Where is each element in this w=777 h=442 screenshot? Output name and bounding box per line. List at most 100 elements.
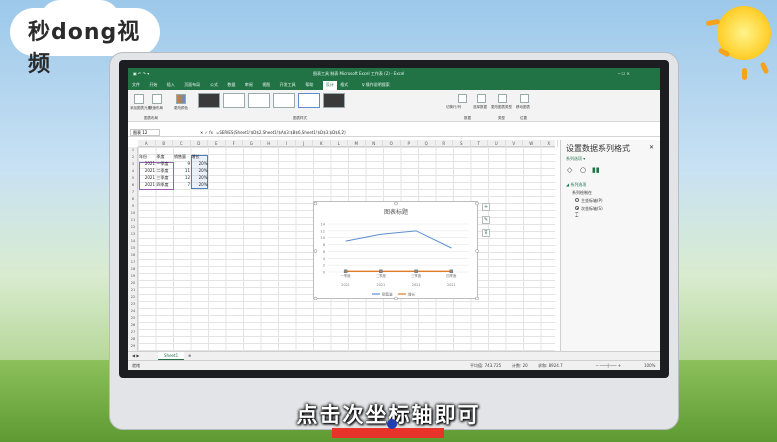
change-chart-type-button[interactable] xyxy=(498,94,507,103)
series-line-0[interactable] xyxy=(345,230,452,249)
column-header[interactable]: R xyxy=(436,140,453,147)
series-options-section[interactable]: ◢ 系列选项 xyxy=(566,182,586,188)
quick-layout-button[interactable] xyxy=(152,94,162,104)
quick-access-icons[interactable]: ▣ ↶ ↷ ▾ xyxy=(133,71,149,76)
table-cell[interactable]: 7 xyxy=(174,182,190,188)
chart-style-thumb[interactable] xyxy=(273,93,295,108)
tab-3[interactable]: 页面布局 xyxy=(184,82,200,88)
column-header[interactable]: B xyxy=(156,140,173,147)
row-header[interactable]: 14 xyxy=(128,238,138,245)
move-chart-button[interactable] xyxy=(520,94,529,103)
row-header[interactable]: 29 xyxy=(128,343,138,350)
table-cell[interactable]: 11 xyxy=(174,168,190,174)
table-cell[interactable]: 2021 xyxy=(139,168,155,174)
row-header[interactable]: 18 xyxy=(128,266,138,273)
table-cell[interactable]: 销售量 xyxy=(174,154,186,160)
switch-row-column-button[interactable] xyxy=(458,94,467,103)
table-cell[interactable]: 年份 xyxy=(139,154,147,160)
table-cell[interactable]: 四季度 xyxy=(157,182,169,188)
row-header[interactable]: 26 xyxy=(128,322,138,329)
series-point-handle[interactable] xyxy=(414,269,418,274)
row-header[interactable]: 4 xyxy=(128,168,138,175)
series-options-dropdown[interactable]: 系列选项 ▾ xyxy=(566,156,585,162)
row-header[interactable]: 17 xyxy=(128,259,138,266)
column-header[interactable]: D xyxy=(191,140,208,147)
fill-line-icon[interactable]: ◇ xyxy=(567,166,572,174)
row-header[interactable]: 24 xyxy=(128,308,138,315)
table-cell[interactable]: 2021 xyxy=(139,175,155,181)
secondary-axis-label[interactable]: 次坐标轴(S) xyxy=(581,206,603,212)
chart-style-thumb[interactable] xyxy=(248,93,270,108)
row-header[interactable]: 22 xyxy=(128,294,138,301)
row-header[interactable]: 6 xyxy=(128,182,138,189)
tab-10[interactable]: 设计 xyxy=(322,81,337,90)
row-header[interactable]: 1 xyxy=(128,147,138,154)
pane-close-icon[interactable]: ✕ xyxy=(649,144,654,151)
column-header[interactable]: A xyxy=(138,140,156,147)
chart-style-thumb[interactable] xyxy=(223,93,245,108)
table-cell[interactable]: 二季度 xyxy=(157,168,169,174)
secondary-axis-radio[interactable] xyxy=(575,206,579,210)
table-cell[interactable]: 2021 xyxy=(139,182,155,188)
chart-style-thumb[interactable] xyxy=(323,93,345,108)
column-header[interactable]: T xyxy=(471,140,488,147)
row-header[interactable]: 2 xyxy=(128,154,138,161)
column-header[interactable]: N xyxy=(366,140,383,147)
column-header[interactable]: H xyxy=(261,140,278,147)
table-cell[interactable]: 增长 xyxy=(192,154,200,160)
row-header[interactable]: 19 xyxy=(128,273,138,280)
tell-me-search[interactable]: ♀ 操作说明搜索 xyxy=(362,82,390,88)
table-cell[interactable]: 季度 xyxy=(157,154,165,160)
name-box[interactable]: 图表 12 xyxy=(130,129,160,136)
column-header[interactable]: M xyxy=(348,140,366,147)
line-chart[interactable]: 图表标题 14 12 10 8 6 4 2 0 一季度 2021 二季度 2021 三季度 2021 四季度… xyxy=(313,201,479,301)
row-header[interactable]: 5 xyxy=(128,175,138,182)
column-header[interactable]: F xyxy=(226,140,243,147)
column-header[interactable]: E xyxy=(208,140,226,147)
primary-axis-radio[interactable] xyxy=(575,198,579,202)
table-cell[interactable]: 一季度 xyxy=(157,161,169,167)
row-header[interactable]: 11 xyxy=(128,217,138,224)
table-cell[interactable]: 三季度 xyxy=(157,175,169,181)
row-header[interactable]: 20 xyxy=(128,280,138,287)
row-header[interactable]: 16 xyxy=(128,252,138,259)
tab-0[interactable]: 文件 xyxy=(132,82,140,88)
chart-style-thumb[interactable] xyxy=(198,93,220,108)
row-header[interactable]: 3 xyxy=(128,161,138,168)
row-header[interactable]: 28 xyxy=(128,336,138,343)
series-point-handle[interactable] xyxy=(343,269,348,274)
series-point-handle[interactable] xyxy=(379,269,383,274)
row-header[interactable]: 9 xyxy=(128,203,138,210)
row-header[interactable]: 21 xyxy=(128,287,138,294)
tab-6[interactable]: 审阅 xyxy=(245,82,253,88)
add-sheet-icon[interactable]: ⊕ xyxy=(188,353,191,358)
zoom-slider[interactable]: ─ ───┼─── + xyxy=(596,363,621,368)
tab-9[interactable]: 帮助 xyxy=(305,82,313,88)
tab-1[interactable]: 开始 xyxy=(149,82,157,88)
table-cell[interactable]: 20% xyxy=(192,175,208,181)
tab-8[interactable]: 开发工具 xyxy=(280,82,296,88)
row-header[interactable]: 8 xyxy=(128,196,138,203)
row-header[interactable]: 27 xyxy=(128,329,138,336)
column-header[interactable]: P xyxy=(401,140,418,147)
table-cell[interactable]: 20% xyxy=(192,182,208,188)
column-header[interactable]: U xyxy=(488,140,506,147)
add-chart-element-button[interactable] xyxy=(134,94,144,104)
column-header[interactable]: G xyxy=(243,140,261,147)
column-header[interactable]: S xyxy=(453,140,471,147)
table-cell[interactable]: 20% xyxy=(192,168,208,174)
column-header[interactable]: V xyxy=(506,140,523,147)
row-header[interactable]: 7 xyxy=(128,189,138,196)
row-header[interactable]: 15 xyxy=(128,245,138,252)
row-header[interactable]: 23 xyxy=(128,301,138,308)
series-point-handle[interactable] xyxy=(449,269,454,274)
row-header[interactable]: 12 xyxy=(128,224,138,231)
primary-axis-label[interactable]: 主坐标轴(P) xyxy=(581,198,603,204)
window-controls[interactable]: ─ ☐ ✕ xyxy=(618,71,630,76)
row-header[interactable]: 13 xyxy=(128,231,138,238)
tab-5[interactable]: 数据 xyxy=(227,82,235,88)
column-header[interactable]: X xyxy=(541,140,558,147)
row-header[interactable]: 10 xyxy=(128,210,138,217)
table-cell[interactable]: 20% xyxy=(192,161,208,167)
tab-11[interactable]: 格式 xyxy=(340,82,348,88)
